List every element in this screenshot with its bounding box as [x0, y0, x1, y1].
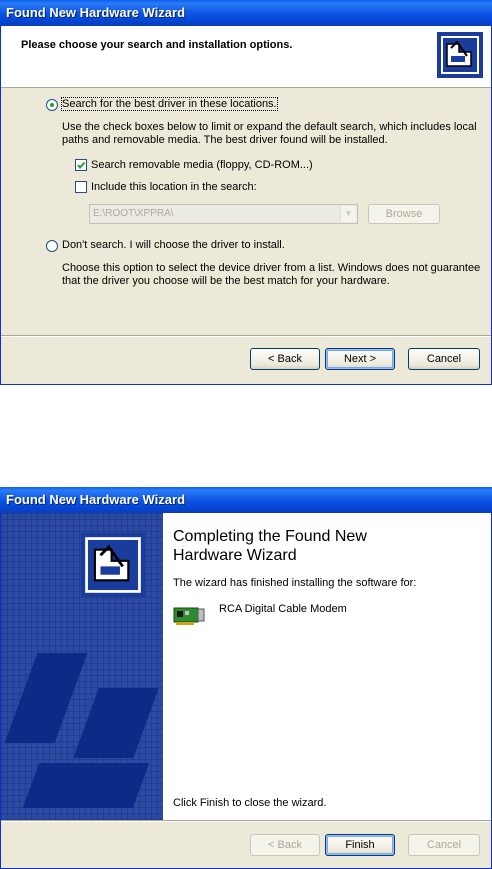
location-value: E:\ROOT\XPPRA\ [93, 208, 174, 219]
completion-dialog: Found New Hardware Wizard Completing the… [0, 487, 492, 869]
search-radio[interactable] [46, 99, 58, 111]
footer-divider [1, 820, 491, 822]
device-name: RCA Digital Cable Modem [219, 603, 347, 615]
decorative-shape [4, 653, 88, 743]
completion-content: Completing the Found New Hardware Wizard… [163, 513, 491, 820]
dont-search-radio[interactable] [46, 240, 58, 252]
dialog-header: Please choose your search and installati… [1, 26, 491, 88]
back-button[interactable]: < Back [250, 834, 320, 856]
search-description: Use the check boxes below to limit or ex… [62, 121, 477, 146]
finish-button[interactable]: Finish [325, 834, 395, 856]
dont-search-label[interactable]: Don't search. I will choose the driver t… [62, 239, 285, 251]
checkmark-icon [77, 161, 86, 170]
completion-title: Completing the Found New Hardware Wizard [173, 527, 367, 565]
include-location-label[interactable]: Include this location in the search: [91, 181, 257, 193]
hardware-wizard-icon [81, 533, 145, 597]
decorative-shape [22, 763, 150, 808]
next-button[interactable]: Next > [325, 348, 395, 370]
decorative-shape [73, 688, 159, 758]
dont-search-description: Choose this option to select the device … [62, 262, 481, 287]
title-bar: Found New Hardware Wizard [0, 0, 492, 26]
include-location-checkbox[interactable] [75, 181, 87, 193]
chevron-down-icon[interactable]: ▼ [340, 206, 356, 222]
back-button[interactable]: < Back [250, 348, 320, 370]
search-radio-label[interactable]: Search for the best driver in these loca… [61, 97, 278, 111]
hardware-wizard-icon [437, 32, 483, 78]
finished-text: The wizard has finished installing the s… [173, 577, 417, 589]
wizard-side-panel [1, 513, 163, 820]
footer-divider [1, 335, 491, 337]
options-area: Search for the best driver in these loca… [1, 88, 491, 335]
completion-title-line2: Hardware Wizard [173, 547, 297, 564]
cancel-button[interactable]: Cancel [408, 834, 480, 856]
cancel-button[interactable]: Cancel [408, 348, 480, 370]
completion-title-line1: Completing the Found New [173, 528, 367, 545]
search-options-dialog: Found New Hardware Wizard Please choose … [0, 0, 492, 385]
removable-media-checkbox[interactable] [75, 159, 87, 171]
location-combo[interactable]: E:\ROOT\XPPRA\ ▼ [89, 204, 358, 224]
header-title: Please choose your search and installati… [21, 39, 293, 51]
close-instruction: Click Finish to close the wizard. [173, 797, 327, 809]
browse-button[interactable]: Browse [368, 204, 440, 224]
network-card-icon [173, 607, 205, 625]
title-bar: Found New Hardware Wizard [0, 487, 492, 513]
removable-media-label[interactable]: Search removable media (floppy, CD-ROM..… [91, 159, 313, 171]
